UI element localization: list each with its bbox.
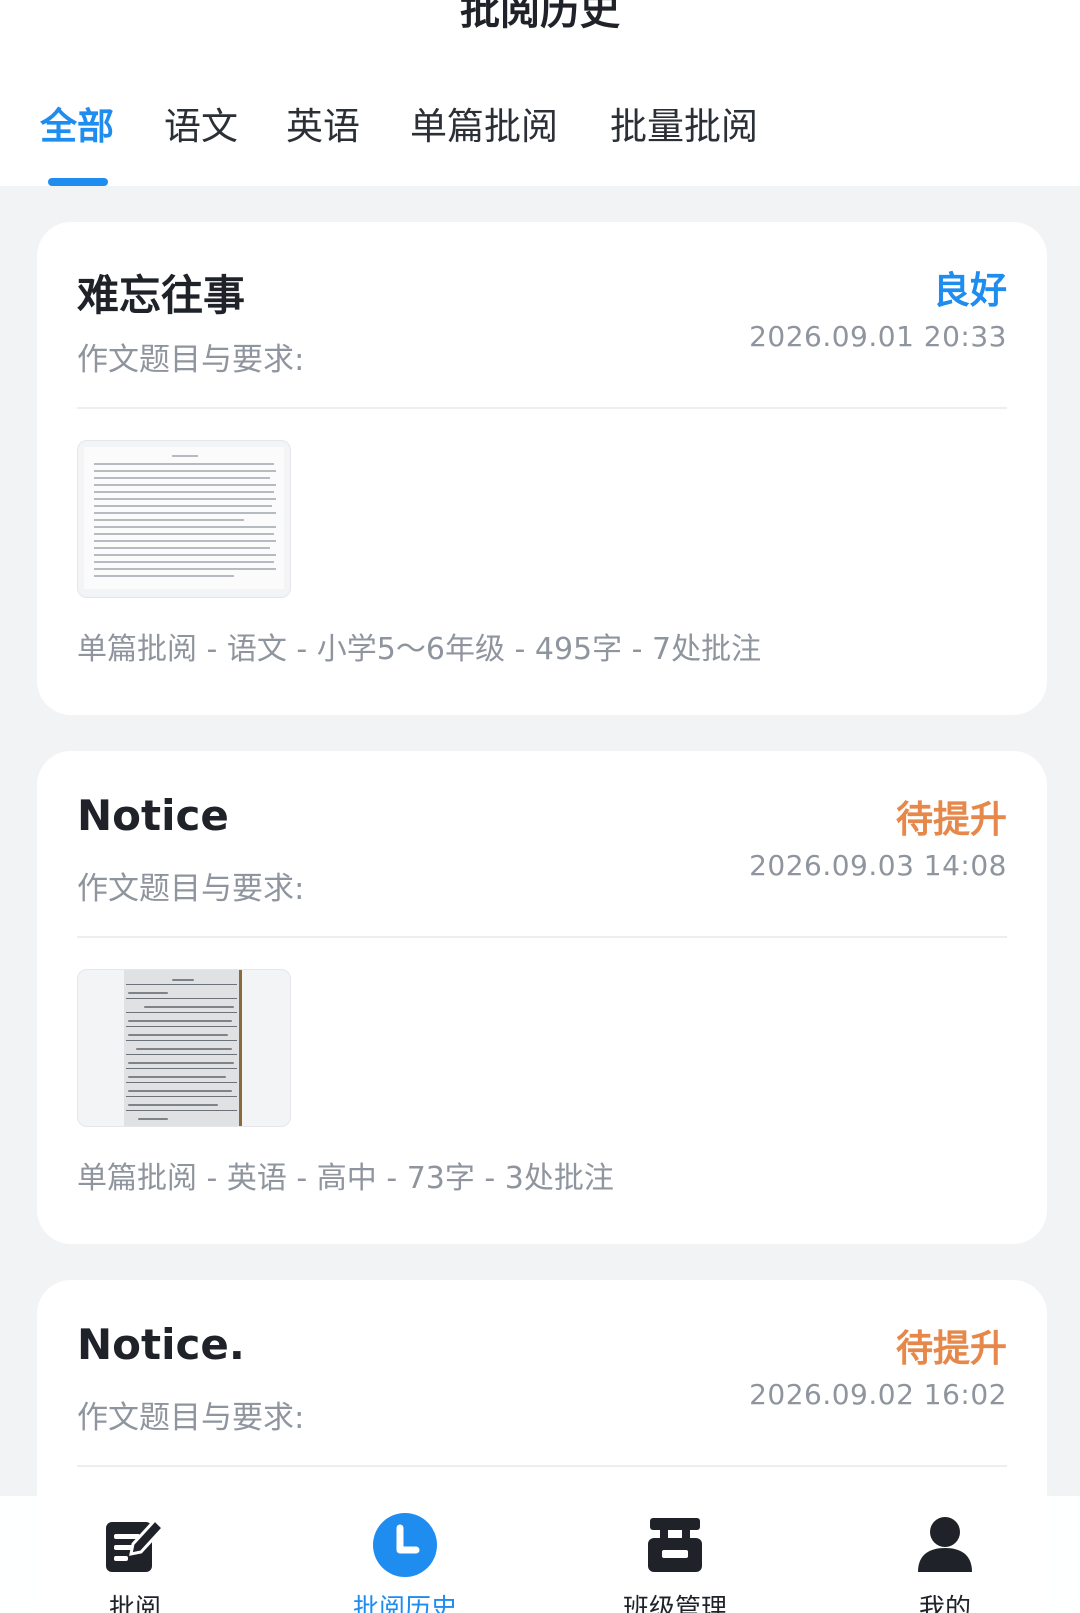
nav-label: 班级管理 [622,1594,727,1613]
record-meta: 单篇批阅 - 语文 - 小学5～6年级 - 495字 - 7处批注 [77,632,762,667]
grade-badge: 待提升 [896,798,1007,841]
handwritten-page-image [124,970,242,1126]
tab-batch-review[interactable]: 批量批阅 [610,96,758,150]
record-datetime: 2026.09.02 16:02 [749,1378,1007,1411]
record-title: Notice [77,791,229,840]
clock-icon [372,1512,438,1582]
tab-chinese[interactable]: 语文 [164,96,238,150]
tab-all[interactable]: 全部 [40,96,114,150]
record-title: Notice. [77,1320,245,1369]
tab-english[interactable]: 英语 [286,96,360,150]
bottom-nav: 批阅 批阅历史 班级管理 我的 [0,1496,1080,1613]
record-datetime: 2026.09.03 14:08 [749,849,1007,882]
essay-thumbnail[interactable] [77,440,291,598]
record-title: 难忘往事 [77,271,246,320]
nav-label: 批阅 [108,1594,161,1613]
divider [77,936,1007,938]
grade-badge: 良好 [933,269,1007,312]
typed-document-image [84,447,284,589]
tab-single-review[interactable]: 单篇批阅 [410,96,558,150]
nav-label: 我的 [918,1594,971,1613]
prompt-label: 作文题目与要求: [77,871,305,907]
record-card[interactable]: Notice 待提升 作文题目与要求: 2026.09.03 14:08 单篇批… [37,751,1047,1244]
divider [77,407,1007,409]
nav-item-class-management[interactable]: 班级管理 [595,1496,755,1613]
essay-thumbnail[interactable] [77,969,291,1127]
header: 批阅历史 全部 语文 英语 单篇批阅 批量批阅 [0,0,1080,186]
prompt-label: 作文题目与要求: [77,1400,305,1436]
class-icon [646,1516,704,1578]
page-title: 批阅历史 [460,0,620,34]
divider [77,1465,1007,1467]
nav-item-review[interactable]: 批阅 [55,1496,215,1613]
edit-note-icon [103,1516,167,1580]
nav-label: 批阅历史 [352,1594,457,1613]
nav-item-history[interactable]: 批阅历史 [325,1496,485,1613]
record-meta: 单篇批阅 - 英语 - 高中 - 73字 - 3处批注 [77,1161,614,1196]
record-datetime: 2026.09.01 20:33 [749,320,1007,353]
prompt-label: 作文题目与要求: [77,342,305,378]
nav-item-profile[interactable]: 我的 [865,1496,1025,1613]
record-card[interactable]: 难忘往事 良好 作文题目与要求: 2026.09.01 20:33 单篇批阅 -… [37,222,1047,715]
grade-badge: 待提升 [896,1327,1007,1370]
active-tab-indicator [48,178,108,186]
user-icon [916,1516,974,1578]
